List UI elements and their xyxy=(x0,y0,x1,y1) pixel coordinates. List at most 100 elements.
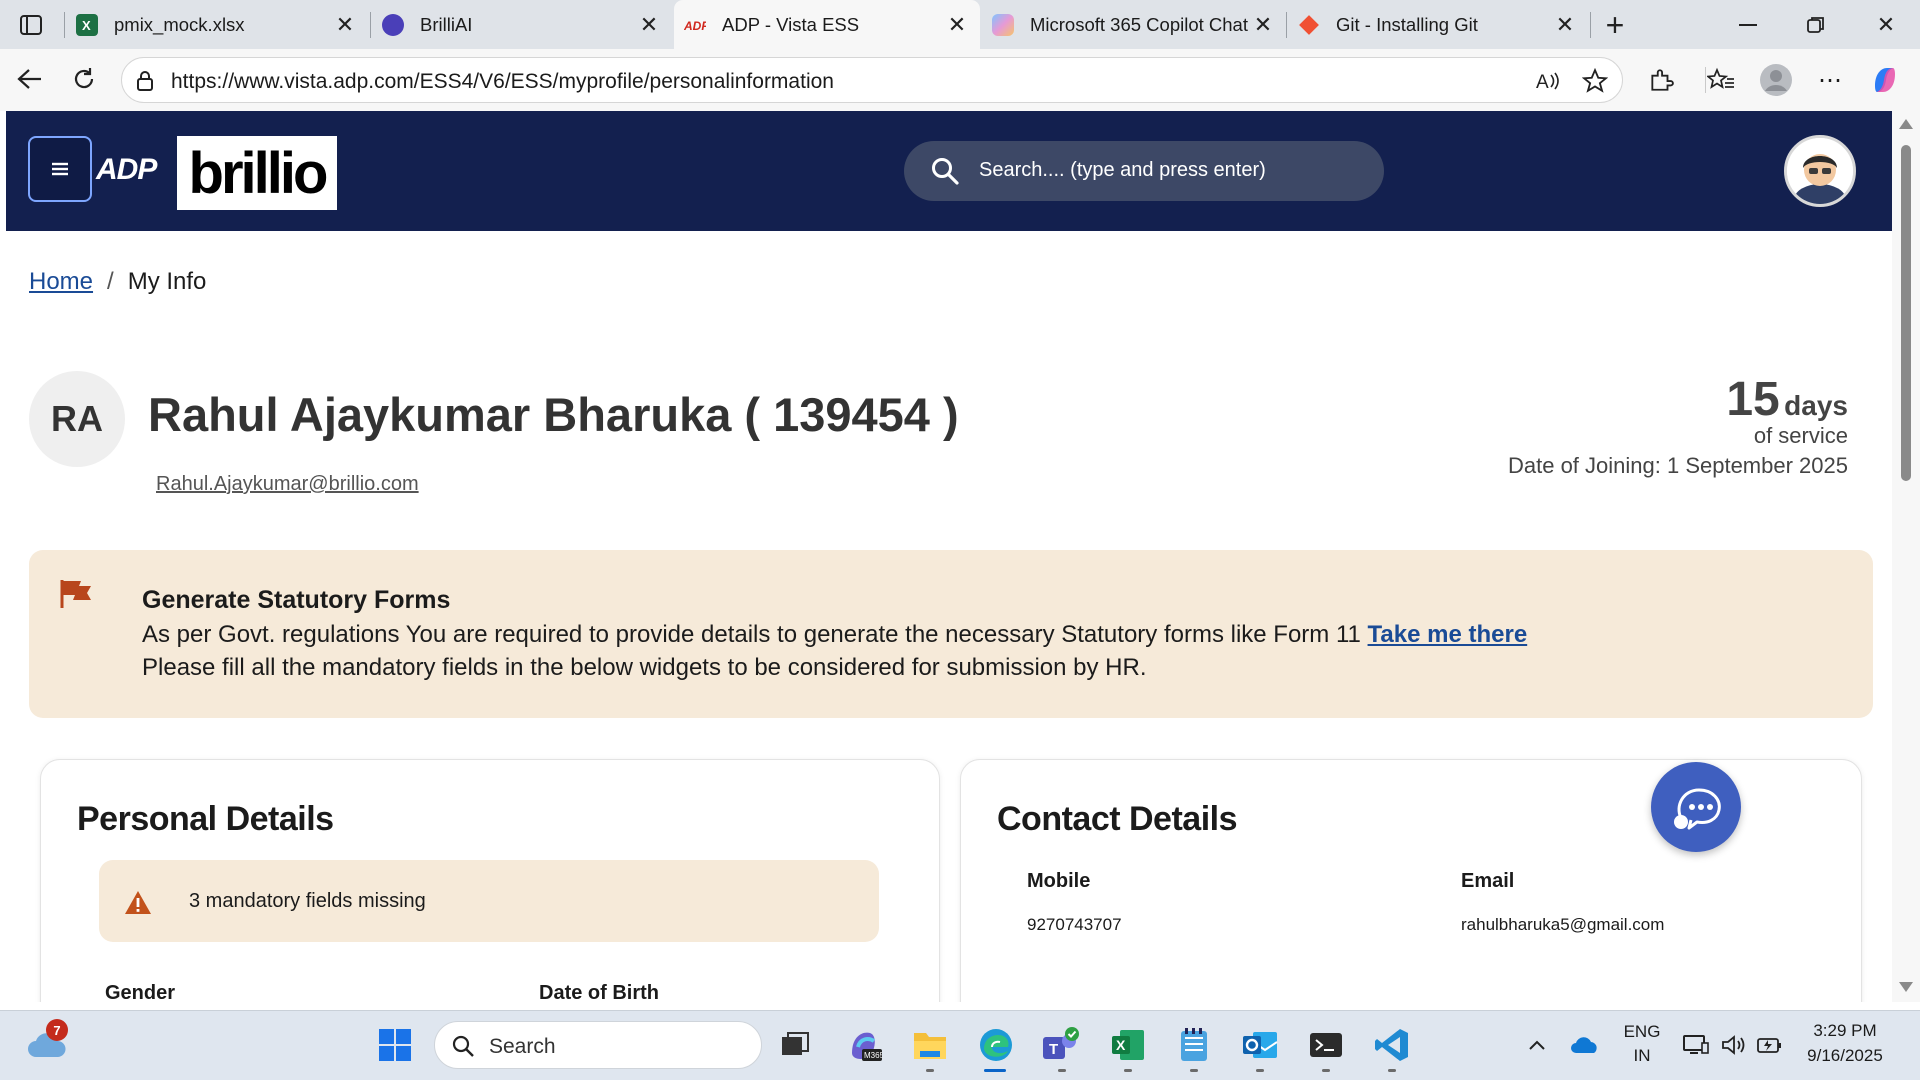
extensions-icon[interactable] xyxy=(1644,63,1678,97)
tab-separator xyxy=(370,12,371,38)
tab-title: Git - Installing Git xyxy=(1336,13,1478,35)
url-text[interactable]: https://www.vista.adp.com/ESS4/V6/ESS/my… xyxy=(171,70,834,94)
task-view-icon[interactable] xyxy=(775,1025,815,1065)
search-input[interactable]: Search.... (type and press enter) xyxy=(979,159,1266,182)
running-indicator xyxy=(1058,1069,1066,1072)
personal-details-card: Personal Details 3 mandatory fields miss… xyxy=(40,759,940,1002)
svg-text:ADP: ADP xyxy=(684,19,706,32)
brilliai-icon xyxy=(382,13,404,36)
breadcrumb-home-link[interactable]: Home xyxy=(29,268,93,295)
breadcrumb-current: My Info xyxy=(127,268,207,295)
tab-pmix[interactable]: X pmix_mock.xlsx ✕ xyxy=(66,0,368,49)
volume-icon[interactable] xyxy=(1714,1025,1754,1065)
svg-text:X: X xyxy=(1116,1037,1126,1053)
tab-title: ADP - Vista ESS xyxy=(722,13,860,35)
favorites-icon[interactable] xyxy=(1704,63,1738,97)
brillio-logo[interactable]: brillio xyxy=(177,136,337,210)
more-menu-icon[interactable]: ⋯ xyxy=(1813,63,1847,97)
tab-title: Microsoft 365 Copilot Chat xyxy=(1030,13,1248,35)
onedrive-icon[interactable] xyxy=(1565,1025,1605,1065)
svg-text:X: X xyxy=(82,18,91,32)
clock[interactable]: 3:29 PM 9/16/2025 xyxy=(1790,1021,1900,1066)
scrollbar-thumb[interactable] xyxy=(1901,145,1911,481)
read-aloud-icon[interactable]: A xyxy=(1534,66,1564,96)
breadcrumb: Home / My Info xyxy=(29,268,206,296)
adp-logo[interactable]: ADP xyxy=(96,153,157,187)
close-tab-icon[interactable]: ✕ xyxy=(634,10,664,40)
scroll-down-arrow[interactable] xyxy=(1899,982,1913,992)
tab-separator xyxy=(1590,12,1591,38)
copilot-sidebar-icon[interactable] xyxy=(1868,63,1902,97)
profile-icon[interactable] xyxy=(1759,63,1793,97)
running-indicator xyxy=(926,1069,934,1072)
email-value: rahulbharuka5@gmail.com xyxy=(1461,915,1665,934)
minimize-button[interactable] xyxy=(1728,8,1768,42)
windows-taskbar: 7 Search M365 T X ENG IN 3:29 PM 9/16/20… xyxy=(0,1010,1920,1080)
page-viewport: ADP brillio Search.... (type and press e… xyxy=(6,111,1892,1002)
teams-icon[interactable]: T xyxy=(1041,1025,1081,1065)
file-explorer-icon[interactable] xyxy=(910,1025,950,1065)
profile-initials-avatar: RA xyxy=(29,371,125,467)
taskbar-search-input[interactable]: Search xyxy=(489,1035,556,1059)
missing-fields-notice[interactable]: 3 mandatory fields missing xyxy=(99,860,879,942)
employee-email-link[interactable]: Rahul.Ajaykumar@brillio.com xyxy=(156,473,419,496)
date-of-joining: Date of Joining: 1 September 2025 xyxy=(1507,453,1848,478)
m365-icon[interactable]: M365 xyxy=(844,1025,884,1065)
tab-copilot[interactable]: Microsoft 365 Copilot Chat ✕ xyxy=(982,0,1286,49)
employee-name: Rahul Ajaykumar Bharuka ( 139454 ) xyxy=(148,388,959,441)
date-of-birth-label: Date of Birth xyxy=(539,982,659,1002)
restore-button[interactable] xyxy=(1796,8,1836,42)
close-tab-icon[interactable]: ✕ xyxy=(1248,10,1278,40)
back-button[interactable] xyxy=(12,61,48,97)
excel-icon: X xyxy=(76,13,98,36)
tab-adp-vista-ess[interactable]: ADP ADP - Vista ESS ✕ xyxy=(674,0,980,49)
hamburger-menu-button[interactable] xyxy=(28,136,92,202)
running-indicator xyxy=(1388,1069,1396,1072)
excel-taskbar-icon[interactable]: X xyxy=(1108,1025,1148,1065)
close-tab-icon[interactable]: ✕ xyxy=(942,10,972,40)
tab-separator xyxy=(1286,12,1287,38)
statutory-forms-alert: Generate Statutory Forms As per Govt. re… xyxy=(29,550,1873,718)
taskbar-search[interactable]: Search xyxy=(434,1021,762,1069)
service-summary: 15 days of service Date of Joining: 1 Se… xyxy=(1508,372,1848,479)
terminal-icon[interactable] xyxy=(1306,1025,1346,1065)
scroll-up-arrow[interactable] xyxy=(1899,119,1913,129)
notepad-icon[interactable] xyxy=(1174,1025,1214,1065)
weather-badge: 7 xyxy=(46,1019,68,1041)
mobile-label: Mobile xyxy=(1027,870,1091,892)
avatar-image xyxy=(1787,138,1853,204)
close-tab-icon[interactable]: ✕ xyxy=(1550,10,1580,40)
take-me-there-link[interactable]: Take me there xyxy=(1368,621,1528,648)
battery-icon[interactable] xyxy=(1750,1025,1790,1065)
browser-tab-strip: X pmix_mock.xlsx ✕ BrilliAI ✕ ADP ADP - … xyxy=(0,0,1920,49)
close-tab-icon[interactable]: ✕ xyxy=(330,10,360,40)
address-bar[interactable]: https://www.vista.adp.com/ESS4/V6/ESS/my… xyxy=(121,57,1623,103)
tab-brilliai[interactable]: BrilliAI ✕ xyxy=(372,0,672,49)
adp-header-bar: ADP brillio Search.... (type and press e… xyxy=(6,111,1892,231)
gender-label: Gender xyxy=(105,982,176,1002)
page-scrollbar[interactable] xyxy=(1892,111,1920,1002)
windows-start-icon[interactable] xyxy=(375,1025,415,1065)
lock-icon[interactable] xyxy=(134,70,156,92)
close-window-button[interactable]: ✕ xyxy=(1866,8,1906,42)
refresh-button[interactable] xyxy=(66,61,102,97)
breadcrumb-separator: / xyxy=(107,268,114,295)
adp-icon: ADP xyxy=(684,14,706,36)
outlook-icon[interactable] xyxy=(1240,1025,1280,1065)
alert-message: As per Govt. regulations You are require… xyxy=(142,621,1527,649)
tab-git[interactable]: Git - Installing Git ✕ xyxy=(1288,0,1588,49)
user-avatar[interactable] xyxy=(1784,135,1856,207)
network-icon[interactable] xyxy=(1676,1025,1716,1065)
chevron-up-icon[interactable] xyxy=(1517,1025,1557,1065)
language-indicator[interactable]: ENG IN xyxy=(1618,1022,1666,1066)
new-tab-button[interactable]: + xyxy=(1597,7,1633,43)
region-code: IN xyxy=(1633,1046,1651,1065)
vscode-icon[interactable] xyxy=(1372,1025,1412,1065)
tab-actions-icon[interactable] xyxy=(14,12,48,38)
alert-title: Generate Statutory Forms xyxy=(142,586,451,614)
chat-assistant-button[interactable] xyxy=(1651,762,1741,852)
favorite-star-icon[interactable] xyxy=(1580,66,1610,96)
edge-icon[interactable] xyxy=(976,1025,1016,1065)
global-search[interactable]: Search.... (type and press enter) xyxy=(904,141,1384,201)
mobile-value: 9270743707 xyxy=(1027,915,1122,934)
